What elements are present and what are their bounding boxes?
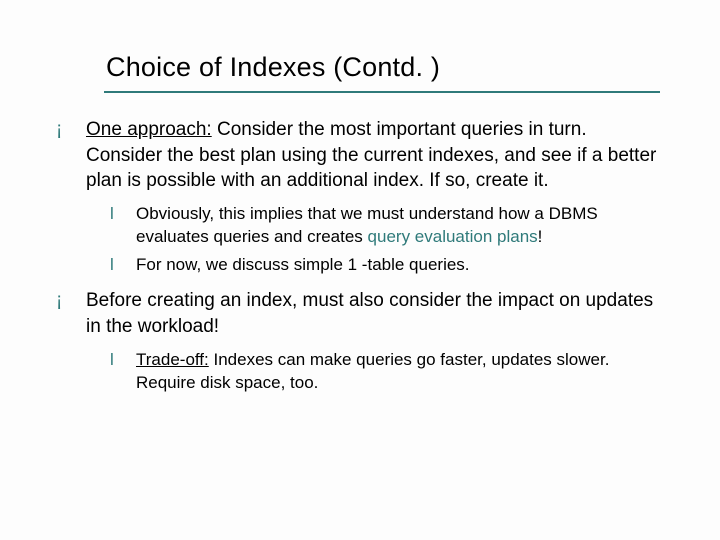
bullet-level1: ¡ One approach: Consider the most import…: [50, 117, 670, 194]
bullet-text-after: !: [538, 227, 543, 246]
underlined-lead: One approach:: [86, 119, 212, 140]
bullet-text: Before creating an index, must also cons…: [86, 288, 664, 339]
underlined-lead: Trade-off:: [136, 350, 209, 369]
dot-bullet-icon: l: [108, 348, 136, 395]
bullet-text: For now, we discuss simple 1 -table quer…: [136, 253, 470, 276]
title-rule: [104, 91, 660, 93]
slide-title: Choice of Indexes (Contd. ): [106, 52, 670, 83]
dot-bullet-icon: l: [108, 253, 136, 276]
ring-bullet-icon: ¡: [50, 117, 86, 194]
bullet-level1: ¡ Before creating an index, must also co…: [50, 288, 670, 339]
bullet-level2: l Trade-off: Indexes can make queries go…: [108, 348, 670, 395]
bullet-text: Obviously, this implies that we must und…: [136, 202, 664, 249]
bullet-level2: l Obviously, this implies that we must u…: [108, 202, 670, 249]
bullet-text: One approach: Consider the most importan…: [86, 117, 664, 194]
highlighted-term: query evaluation plans: [368, 227, 538, 246]
sublist: l Obviously, this implies that we must u…: [50, 202, 670, 276]
sublist: l Trade-off: Indexes can make queries go…: [50, 348, 670, 395]
bullet-level2: l For now, we discuss simple 1 -table qu…: [108, 253, 670, 276]
bullet-text: Trade-off: Indexes can make queries go f…: [136, 348, 664, 395]
ring-bullet-icon: ¡: [50, 288, 86, 339]
slide: Choice of Indexes (Contd. ) ¡ One approa…: [0, 0, 720, 446]
dot-bullet-icon: l: [108, 202, 136, 249]
